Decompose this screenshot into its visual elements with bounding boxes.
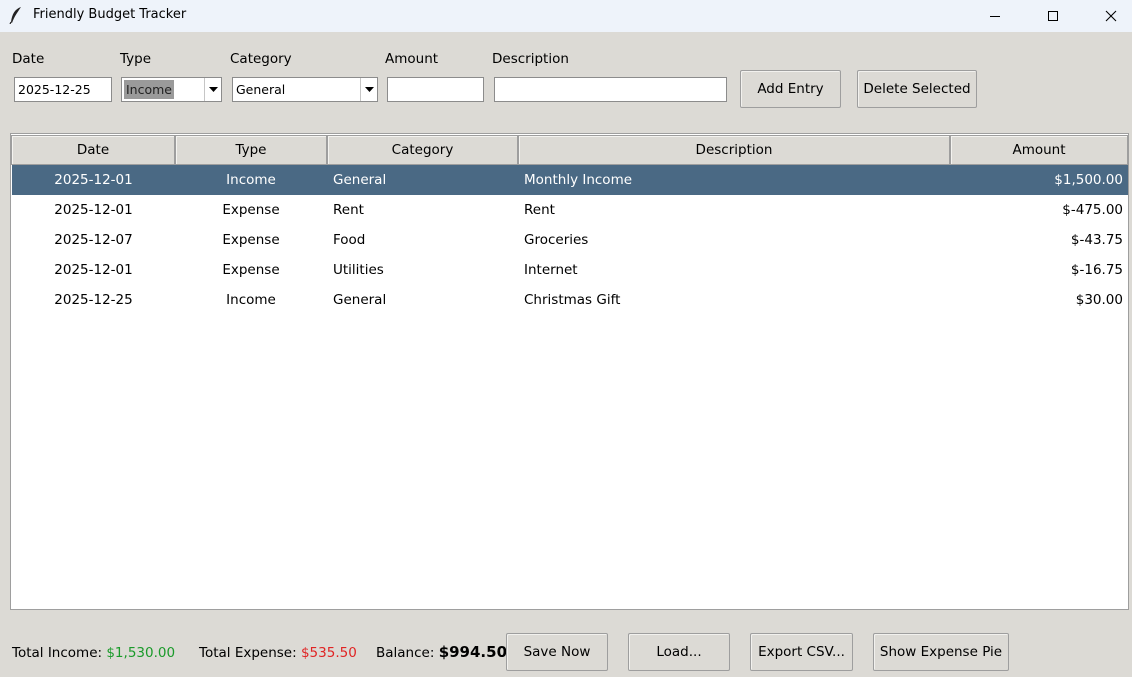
window-title: Friendly Budget Tracker — [33, 7, 187, 22]
cell-category: Utilities — [333, 262, 384, 278]
cell-date: 2025-12-25 — [54, 292, 133, 308]
category-label: Category — [230, 51, 292, 67]
type-select[interactable]: Income — [121, 77, 222, 102]
table-row[interactable]: 2025-12-01 Income General Monthly Income $1,… — [12, 165, 1128, 195]
category-select-value: General — [236, 82, 286, 97]
table-row[interactable]: 2025-12-01 Expense Rent Rent $-475.00 — [12, 195, 1128, 225]
cell-date: 2025-12-01 — [54, 262, 133, 278]
balance-value: $994.50 — [438, 643, 508, 661]
cell-type: Income — [226, 172, 276, 188]
balance: Balance: $994.50 — [376, 643, 507, 661]
total-income-label: Total Income: — [12, 645, 103, 661]
table-row[interactable]: 2025-12-01 Expense Utilities Internet $-16.7… — [12, 255, 1128, 285]
amount-label: Amount — [385, 51, 439, 67]
amount-input[interactable] — [387, 77, 484, 102]
total-expense: Total Expense: $535.50 — [199, 645, 357, 661]
feather-icon — [9, 6, 23, 25]
cell-description: Monthly Income — [524, 172, 633, 188]
delete-selected-button[interactable]: Delete Selected — [857, 70, 977, 108]
chevron-down-icon[interactable] — [360, 78, 377, 101]
cell-type: Expense — [222, 262, 280, 278]
entry-form: Date Type Category Amount Description 20… — [0, 34, 1132, 122]
cell-category: General — [333, 172, 387, 188]
date-label: Date — [12, 51, 45, 67]
table-row[interactable]: 2025-12-25 Income General Christmas Gift $30… — [12, 285, 1128, 315]
total-expense-value: $535.50 — [300, 645, 357, 661]
cell-category: Food — [333, 232, 366, 248]
cell-date: 2025-12-01 — [54, 202, 133, 218]
column-header-amount[interactable]: Amount — [950, 135, 1128, 165]
table-row[interactable]: 2025-12-07 Expense Food Groceries $-43.75 — [12, 225, 1128, 255]
table-header: Date Type Category Description Amount — [11, 134, 1128, 165]
save-now-button[interactable]: Save Now — [506, 633, 608, 671]
maximize-button[interactable] — [1024, 0, 1082, 32]
cell-type: Expense — [222, 232, 280, 248]
cell-date: 2025-12-01 — [54, 172, 133, 188]
cell-date: 2025-12-07 — [54, 232, 133, 248]
cell-description: Rent — [524, 202, 555, 218]
cell-type: Expense — [222, 202, 280, 218]
close-button[interactable] — [1082, 0, 1132, 32]
minimize-button[interactable] — [966, 0, 1024, 32]
close-icon — [1105, 10, 1117, 22]
cell-amount: $-16.75 — [1070, 262, 1123, 278]
type-label: Type — [120, 51, 152, 67]
column-header-date[interactable]: Date — [11, 135, 175, 165]
total-income: Total Income: $1,530.00 — [12, 645, 175, 661]
chevron-down-icon[interactable] — [204, 78, 221, 101]
maximize-icon — [1048, 11, 1058, 21]
total-expense-label: Total Expense: — [199, 645, 297, 661]
cell-amount: $1,500.00 — [1054, 172, 1123, 188]
date-input[interactable]: 2025-12-25 — [14, 77, 112, 102]
title-bar: Friendly Budget Tracker — [0, 0, 1132, 32]
entries-table[interactable]: Date Type Category Description Amount 20… — [10, 133, 1129, 610]
balance-label: Balance: — [376, 645, 435, 661]
column-header-description[interactable]: Description — [518, 135, 950, 165]
minimize-icon — [990, 16, 1000, 17]
column-header-category[interactable]: Category — [327, 135, 518, 165]
cell-category: General — [333, 292, 387, 308]
total-income-value: $1,530.00 — [106, 645, 176, 661]
description-label: Description — [492, 51, 569, 67]
add-entry-button[interactable]: Add Entry — [740, 70, 841, 108]
export-csv-button[interactable]: Export CSV... — [750, 633, 853, 671]
summary-bar: Total Income: $1,530.00 Total Expense: $… — [0, 620, 1132, 677]
cell-type: Income — [226, 292, 276, 308]
show-expense-pie-button[interactable]: Show Expense Pie — [873, 633, 1009, 671]
cell-amount: $30.00 — [1075, 292, 1123, 308]
column-header-type[interactable]: Type — [175, 135, 327, 165]
cell-description: Groceries — [524, 232, 589, 248]
cell-category: Rent — [333, 202, 364, 218]
description-input[interactable] — [494, 77, 727, 102]
type-select-value: Income — [124, 80, 174, 99]
category-select[interactable]: General — [232, 77, 378, 102]
load-button[interactable]: Load... — [628, 633, 730, 671]
cell-description: Internet — [524, 262, 578, 278]
cell-description: Christmas Gift — [524, 292, 621, 308]
cell-amount: $-475.00 — [1062, 202, 1123, 218]
cell-amount: $-43.75 — [1070, 232, 1123, 248]
